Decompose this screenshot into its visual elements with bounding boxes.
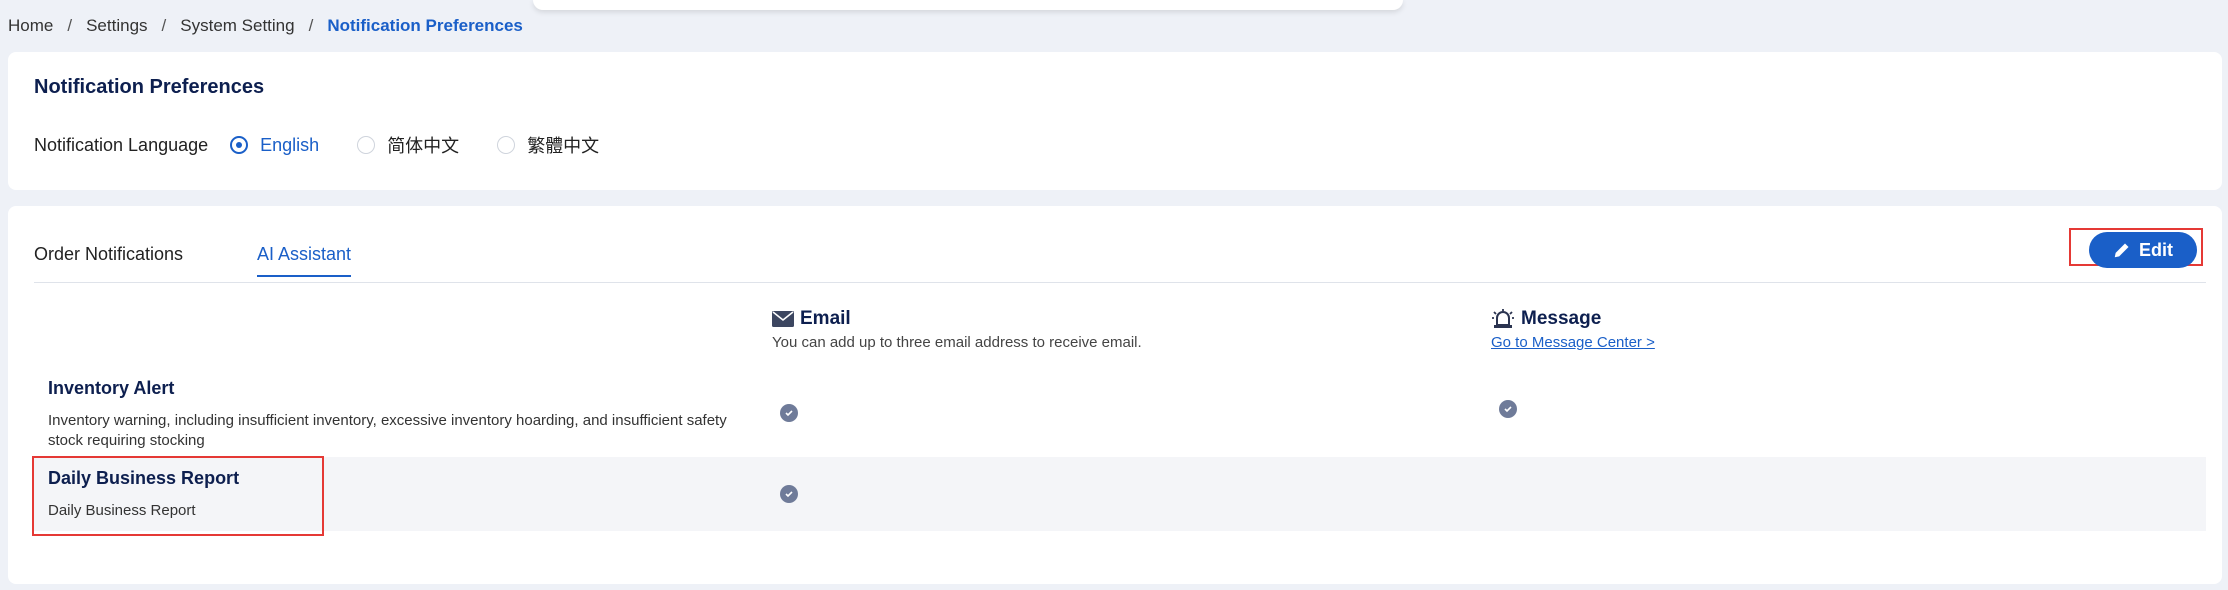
message-center-link[interactable]: Go to Message Center > [1491,334,1655,351]
edit-button-label: Edit [2139,239,2173,260]
radio-icon [357,136,376,154]
language-label: Notification Language [34,134,209,155]
radio-label: 繁體中文 [527,136,600,156]
row-description: Inventory warning, including insufficien… [48,412,727,449]
envelope-icon [772,311,794,327]
breadcrumb-separator: / [161,16,167,35]
radio-english[interactable]: English [230,135,319,156]
message-column-header: Message Go to Message Center > [1491,308,1655,351]
row-title: Inventory Alert [48,378,175,398]
notification-settings-card: Order Notifications AI Assistant Edit Em… [8,206,2222,584]
radio-simplified-chinese[interactable]: 简体中文 [357,132,459,158]
tab-ai-assistant[interactable]: AI Assistant [257,244,352,277]
tab-bar: Order Notifications AI Assistant [34,238,2206,283]
email-column-header: Email You can add up to three email addr… [772,308,1142,351]
message-column-title: Message [1521,308,1602,329]
breadcrumb-separator: / [308,16,314,35]
message-check-icon [1499,400,1517,418]
email-check-icon [780,485,798,503]
dropdown-popup-edge [533,0,1403,10]
radio-icon [230,136,249,154]
breadcrumb-home[interactable]: Home [8,16,53,36]
table-row-daily-business-report: Daily Business Report Daily Business Rep… [34,457,2206,531]
table-row-inventory-alert: Inventory Alert Inventory warning, inclu… [34,366,2206,456]
breadcrumb-current: Notification Preferences [327,16,523,35]
radio-traditional-chinese[interactable]: 繁體中文 [497,132,599,158]
row-highlight-box [32,456,324,536]
language-selector: Notification Language English 简体中文 繁體中文 [34,132,637,158]
email-column-subtitle: You can add up to three email address to… [772,334,1142,351]
radio-label: English [260,134,320,155]
breadcrumb: Home / Settings / System Setting / Notif… [8,14,523,38]
breadcrumb-system-setting[interactable]: System Setting [180,16,294,36]
radio-icon [497,136,516,154]
tab-order-notifications[interactable]: Order Notifications [34,244,183,275]
email-check-icon [780,404,798,422]
breadcrumb-separator: / [67,16,73,35]
page-title: Notification Preferences [34,76,265,98]
bell-alert-icon [1492,309,1514,328]
notification-preferences-card: Notification Preferences Notification La… [8,52,2222,190]
edit-button[interactable]: Edit [2089,232,2197,268]
pencil-icon [2114,243,2129,258]
email-column-title: Email [800,308,851,329]
breadcrumb-settings[interactable]: Settings [86,16,147,36]
radio-label: 简体中文 [387,136,460,156]
